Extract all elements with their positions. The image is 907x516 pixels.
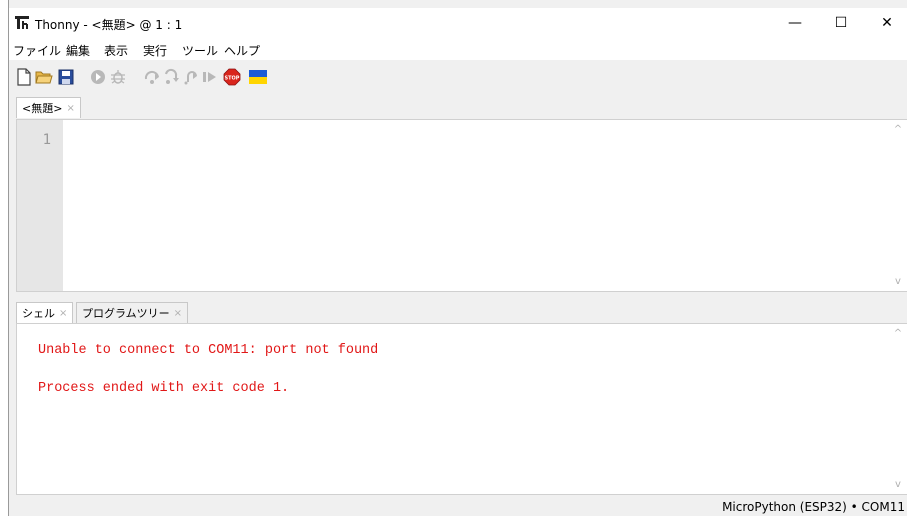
line-number: 1	[42, 132, 51, 148]
thonny-window: Thonny - <無題> @ 1 : 1 — ☐ ✕ ファイル 編集 表示 実…	[8, 0, 907, 516]
menu-run[interactable]: 実行	[143, 42, 167, 59]
tab-shell-label: シェル	[22, 307, 55, 320]
step-over-icon[interactable]	[143, 68, 161, 86]
step-out-icon[interactable]	[183, 68, 201, 86]
window-title: Thonny - <無題> @ 1 : 1	[35, 18, 183, 32]
run-icon[interactable]	[89, 68, 107, 86]
shell-scroll-down-icon[interactable]: v	[893, 480, 903, 490]
close-window-button[interactable]: ✕	[864, 8, 907, 38]
tab-program-tree-close-icon[interactable]: ×	[174, 308, 182, 319]
shell-panel[interactable]: Unable to connect to COM11: port not fou…	[16, 323, 907, 495]
interpreter-status[interactable]: MicroPython (ESP32) • COM11	[722, 500, 905, 514]
code-editor[interactable]: 1 ^ v	[16, 119, 907, 292]
editor-scroll-down-icon[interactable]: v	[893, 277, 903, 287]
shell-scroll-up-icon[interactable]: ^	[893, 329, 903, 339]
maximize-button[interactable]: ☐	[818, 8, 864, 38]
menu-file[interactable]: ファイル	[13, 42, 61, 59]
tab-program-tree-label: プログラムツリー	[82, 307, 170, 320]
open-folder-icon[interactable]	[35, 68, 53, 86]
editor-tabstrip: <無題> ×	[9, 95, 907, 119]
tab-shell[interactable]: シェル ×	[16, 302, 74, 323]
ukraine-flag-icon[interactable]	[249, 68, 267, 86]
title-bar[interactable]: Thonny - <無題> @ 1 : 1 — ☐ ✕	[9, 8, 907, 38]
menu-tools[interactable]: ツール	[182, 42, 218, 59]
resume-icon[interactable]	[201, 68, 219, 86]
tab-shell-close-icon[interactable]: ×	[59, 308, 67, 319]
shell-exit-line: Process ended with exit code 1.	[38, 381, 290, 396]
menu-bar: ファイル 編集 表示 実行 ツール ヘルプ	[9, 38, 907, 60]
step-into-icon[interactable]	[163, 68, 181, 86]
thonny-logo-icon	[15, 16, 29, 29]
debug-icon[interactable]	[109, 68, 127, 86]
menu-edit[interactable]: 編集	[66, 42, 90, 59]
editor-tab-label: <無題>	[22, 102, 63, 115]
status-bar: MicroPython (ESP32) • COM11	[9, 497, 907, 516]
stop-icon-text: STOP	[225, 76, 240, 82]
editor-scroll-up-icon[interactable]: ^	[893, 125, 903, 135]
minimize-button[interactable]: —	[772, 8, 818, 38]
toolbar: STOP	[9, 60, 907, 94]
menu-help[interactable]: ヘルプ	[224, 42, 260, 59]
line-number-gutter: 1	[17, 120, 63, 291]
menu-view[interactable]: 表示	[104, 42, 128, 59]
shell-error-line: Unable to connect to COM11: port not fou…	[38, 343, 379, 358]
editor-tab-close-icon[interactable]: ×	[66, 103, 74, 114]
bottom-tabstrip: シェル × プログラムツリー ×	[9, 300, 907, 324]
save-icon[interactable]	[57, 68, 75, 86]
tab-program-tree[interactable]: プログラムツリー ×	[76, 302, 189, 323]
editor-tab-untitled[interactable]: <無題> ×	[16, 97, 81, 118]
stop-icon[interactable]: STOP	[223, 68, 241, 86]
new-file-icon[interactable]	[15, 68, 33, 86]
